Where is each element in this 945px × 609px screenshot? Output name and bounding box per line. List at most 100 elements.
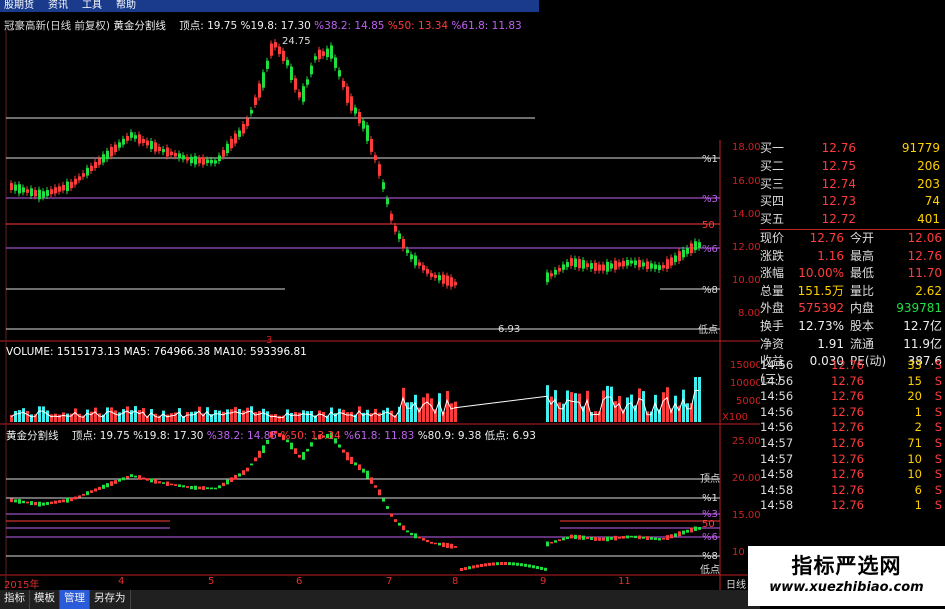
candle xyxy=(302,452,305,460)
volume-bar xyxy=(294,412,297,422)
trade-row: 14:58 12.76 6 S xyxy=(760,482,942,497)
candle xyxy=(402,239,405,249)
candle xyxy=(434,274,437,278)
volume-bar xyxy=(682,389,685,422)
candle xyxy=(214,487,217,490)
candle xyxy=(598,537,601,541)
volume-bar xyxy=(578,393,581,422)
candle xyxy=(350,96,353,111)
candle xyxy=(242,123,245,134)
candle xyxy=(480,563,483,567)
volume-bar xyxy=(258,410,261,422)
menu-item-news[interactable]: 资讯 xyxy=(48,0,68,12)
svg-text:10: 10 xyxy=(732,547,745,558)
candle xyxy=(378,489,381,496)
volume-bar xyxy=(58,414,61,422)
candle xyxy=(426,269,429,274)
candle xyxy=(606,261,609,272)
candle xyxy=(374,485,377,488)
candle xyxy=(638,259,641,268)
svg-text:10.00: 10.00 xyxy=(732,275,760,286)
lower-chart-header: 黄金分割线 顶点: 19.75 %19.8: 17.30 %38.2: 14.8… xyxy=(6,430,536,442)
candle xyxy=(690,527,693,533)
candle xyxy=(618,262,621,267)
volume-bar xyxy=(382,410,385,422)
candle xyxy=(62,184,65,191)
candle xyxy=(114,144,117,153)
main-chart-header: 冠豪高新(日线 前复权) 黄金分割线 顶点: 19.75 %19.8: 17.3… xyxy=(4,18,534,32)
price-ticks: 18.00 16.00 14.00 12.00 10.00 8.00 xyxy=(732,142,760,319)
candle xyxy=(274,42,277,48)
candle xyxy=(366,125,369,142)
chart-canvas[interactable]: 24.75 6.93 3 18.00 16.00 14.00 12.00 10.… xyxy=(0,0,760,590)
volume-bar xyxy=(374,408,377,422)
candle xyxy=(126,135,129,141)
candle xyxy=(626,259,629,266)
volume-bar xyxy=(242,410,245,422)
volume-bar xyxy=(166,414,169,422)
volume-bar xyxy=(30,414,33,422)
candle xyxy=(698,527,701,530)
candle xyxy=(306,448,309,452)
trade-ticks[interactable]: 14:56 12.76 33 S 14:56 12.76 15 S 14:56 12.76 20 S 1… xyxy=(760,358,945,514)
tab-template[interactable]: 模板 xyxy=(30,590,60,609)
candle xyxy=(550,273,553,277)
candle xyxy=(150,141,153,149)
volume-bar xyxy=(222,411,225,422)
volume-bar xyxy=(250,406,253,422)
volume-bar xyxy=(38,406,41,422)
volume-bar xyxy=(190,411,193,422)
volume-bar xyxy=(350,411,353,422)
candle xyxy=(174,152,177,157)
candle xyxy=(354,107,357,114)
candle xyxy=(394,519,397,523)
volume-bar xyxy=(346,412,349,422)
candle xyxy=(98,486,101,490)
candle xyxy=(536,566,539,570)
candle xyxy=(54,187,57,194)
menu-item-tools[interactable]: 工具 xyxy=(82,0,102,12)
stat-row: 涨幅 10.00% 最低 11.70 xyxy=(760,266,942,281)
candle xyxy=(270,43,273,56)
tab-manage[interactable]: 管理 xyxy=(60,590,90,609)
menu-item-futures[interactable]: 股期货 xyxy=(4,0,34,12)
candle xyxy=(290,66,293,81)
stock-name: 冠豪高新(日线 前复权) xyxy=(4,20,111,32)
candle xyxy=(446,275,449,286)
candle xyxy=(658,265,661,270)
svg-text:16.00: 16.00 xyxy=(732,176,760,187)
volume-bar xyxy=(230,409,233,422)
candle xyxy=(142,139,145,143)
candle xyxy=(22,187,25,193)
volume-bar xyxy=(218,410,221,422)
candle xyxy=(326,48,329,58)
peak-label: 24.75 xyxy=(282,36,311,47)
candle xyxy=(82,493,85,496)
stat-row: 换手 12.73% 股本 12.7亿 xyxy=(760,318,942,333)
volume-bar xyxy=(238,408,241,422)
lower-levels xyxy=(6,478,720,557)
candle xyxy=(524,563,527,567)
volume-ticks: 15000 10000 5000 X100 xyxy=(722,360,760,423)
candle xyxy=(22,500,25,504)
candle xyxy=(206,159,209,164)
trade-row: 14:57 12.76 71 S xyxy=(760,435,942,450)
candle xyxy=(554,269,557,275)
candle xyxy=(214,160,217,164)
tab-save-as[interactable]: 另存为 xyxy=(90,590,131,609)
candle xyxy=(90,165,93,171)
tab-indicator[interactable]: 指标 xyxy=(0,590,30,609)
low-label: 6.93 xyxy=(498,324,520,335)
menu-item-help[interactable]: 帮助 xyxy=(116,0,136,12)
candle xyxy=(694,526,697,531)
candle xyxy=(354,462,357,466)
volume-bar xyxy=(150,409,153,422)
candle xyxy=(42,191,45,198)
volume-bar xyxy=(262,408,265,422)
candle xyxy=(62,499,65,503)
candle xyxy=(282,50,285,61)
candle xyxy=(314,56,317,60)
lower-candles xyxy=(10,430,701,571)
volume-bar xyxy=(50,414,53,422)
candle xyxy=(298,454,301,458)
